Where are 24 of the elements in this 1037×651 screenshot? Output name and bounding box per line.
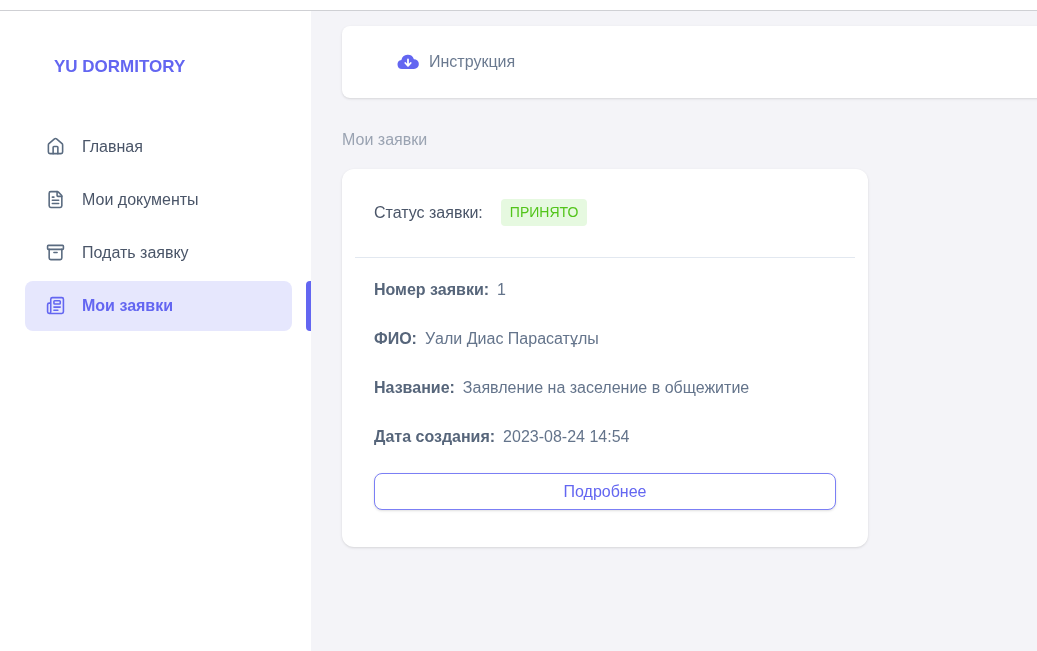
archive-box-icon	[46, 243, 65, 262]
list-icon	[46, 296, 65, 315]
home-icon	[46, 137, 65, 156]
sidebar-item[interactable]: Подать заявку	[25, 227, 292, 278]
field-value: Уали Диас Парасатұлы	[424, 329, 599, 349]
sidebar-item[interactable]: Мои заявки	[25, 280, 292, 331]
sidebar-item[interactable]: Главная	[25, 121, 292, 172]
field-value: 1	[497, 280, 506, 300]
field-label: ФИО:	[374, 329, 417, 349]
field-value: 2023-08-24 14:54	[503, 427, 630, 447]
sidebar-item[interactable]: Мои документы	[25, 174, 292, 225]
field-label: Название:	[374, 378, 455, 398]
active-indicator	[306, 280, 311, 331]
status-badge: ПРИНЯТО	[500, 199, 588, 226]
field-label: Номер заявки:	[374, 280, 490, 300]
details-button[interactable]: Подробнее	[374, 473, 836, 510]
status-label: Статус заявки:	[374, 202, 483, 223]
instruction-link[interactable]: Инструкция	[397, 50, 516, 74]
field-label: Дата создания:	[374, 427, 496, 447]
section-title: Мои заявки	[342, 130, 428, 150]
app-logo: YU DORMITORY	[54, 56, 186, 78]
field-value: Заявление на заселение в общежитие	[462, 378, 750, 398]
cloud-download-icon	[397, 54, 419, 70]
document-icon	[46, 190, 65, 209]
